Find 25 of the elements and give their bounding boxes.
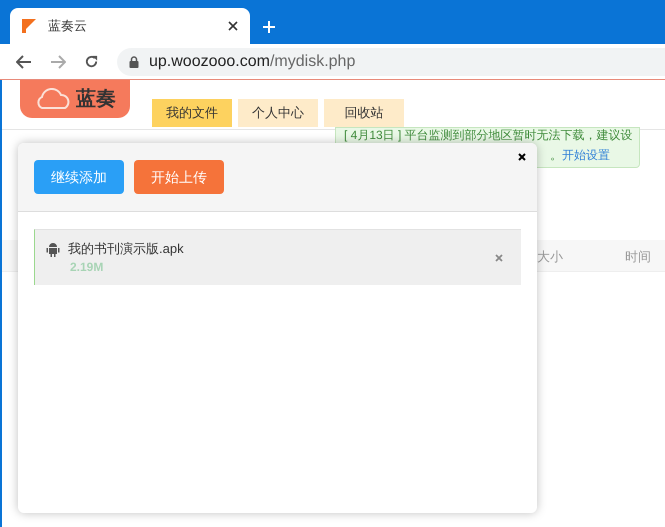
back-arrow-icon[interactable] [16,54,32,68]
lock-icon [129,56,139,68]
file-name: 我的书刊演示版.apk [68,240,185,258]
reload-icon[interactable] [84,54,99,69]
nav-tab[interactable]: 回收站 [324,99,404,127]
url-host: up.woozooo.com [149,52,270,70]
tab-title: 蓝奏云 [48,17,88,36]
url-path: /mydisk.php [270,52,356,70]
notice-text: 。 [550,148,562,162]
notice-text: [ 4月13日 ] 平台监测到部分地区暂时无法下载，建议设 [344,128,631,142]
column-header: 时间 [625,248,651,266]
file-size: 2.19M [69,259,104,276]
column-header: 大小 [537,248,563,266]
nav-tab[interactable]: 我的文件 [152,99,232,127]
logo-text: 蓝奏 [76,87,116,112]
flag-icon [22,19,36,33]
address-bar[interactable]: up.woozooo.com/mydisk.php [117,48,665,76]
close-icon[interactable] [228,21,238,31]
close-icon[interactable] [518,153,526,161]
nav-tab[interactable]: 个人中心 [238,99,318,127]
settings-link[interactable]: 开始设置 [562,148,610,162]
remove-icon[interactable] [495,254,503,262]
new-tab-icon[interactable] [262,20,276,34]
android-icon [46,242,60,257]
browser-tab[interactable]: 蓝奏云 [10,8,250,44]
